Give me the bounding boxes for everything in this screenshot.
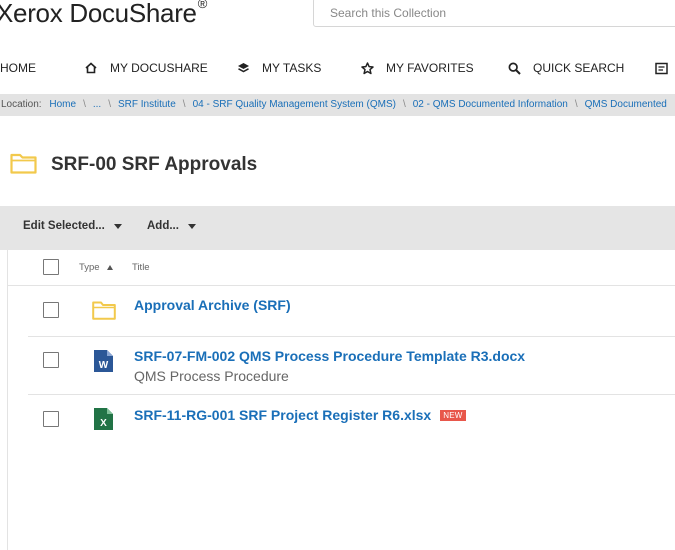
breadcrumb-qms-documented[interactable]: QMS Documented (585, 99, 667, 110)
edit-selected-dropdown[interactable]: Edit Selected... (23, 220, 122, 232)
registered-mark: ® (197, 0, 208, 12)
edit-selected-label: Edit Selected... (23, 220, 105, 232)
nav-home-label: HOME (0, 61, 36, 75)
breadcrumb: Location: Home \... \ SRF Institute \ 04 - SR… (0, 94, 675, 116)
breadcrumb-prefix: Location: (1, 99, 42, 110)
list-item: X SRF-11-RG-001 SRF Project Register R6.… (28, 395, 675, 446)
breadcrumb-sep: \ (83, 99, 86, 110)
breadcrumb-sep: \ (108, 99, 111, 110)
select-all-checkbox[interactable] (43, 259, 59, 275)
breadcrumb-qms-documented-information[interactable]: 02 - QMS Documented Information (413, 99, 568, 110)
row-checkbox[interactable] (43, 352, 59, 368)
toolbar: Edit Selected... Add... (0, 206, 675, 250)
word-icon-letter: W (99, 360, 109, 371)
excel-icon-letter: X (100, 418, 107, 429)
nav-quick-search[interactable]: QUICK SEARCH (507, 58, 624, 78)
excel-icon[interactable]: X (93, 407, 114, 436)
row-checkbox[interactable] (43, 411, 59, 427)
item-subtitle: QMS Process Procedure (134, 368, 289, 384)
docushare-logo[interactable]: Xerox DocuShare® (0, 0, 207, 29)
item-title-link[interactable]: SRF-07-FM-002 QMS Process Procedure Temp… (134, 348, 525, 364)
item-title-text: SRF-11-RG-001 SRF Project Register R6.xl… (134, 407, 432, 423)
nav-my-favorites[interactable]: MY FAVORITES (360, 58, 474, 78)
nav-my-favorites-label: MY FAVORITES (386, 61, 474, 75)
item-title-link[interactable]: SRF-11-RG-001 SRF Project Register R6.xl… (134, 407, 466, 423)
nav-my-docushare-label: MY DOCUSHARE (110, 61, 208, 75)
breadcrumb-sep: \ (402, 99, 406, 110)
add-label: Add... (147, 220, 179, 232)
nav-my-docushare[interactable]: MY DOCUSHARE (84, 58, 208, 78)
item-title-link[interactable]: Approval Archive (SRF) (134, 297, 291, 313)
list-item: Approval Archive (SRF) (28, 285, 675, 337)
layers-icon (236, 61, 250, 75)
add-dropdown[interactable]: Add... (147, 220, 196, 232)
folder-icon (10, 152, 37, 179)
breadcrumb-sep: \ (182, 99, 186, 110)
nav-more[interactable] (654, 58, 675, 78)
breadcrumb-sep: \ (574, 99, 578, 110)
main-nav: HOME MY DOCUSHARE MY TASKS MY FAVORITES … (0, 58, 675, 78)
sort-ascending-icon (106, 265, 113, 270)
nav-home[interactable]: HOME (0, 58, 36, 78)
folder-icon[interactable] (92, 300, 116, 325)
breadcrumb-ellipsis[interactable]: ... (93, 99, 101, 110)
nav-my-tasks-label: MY TASKS (262, 61, 322, 75)
word-icon[interactable]: W (93, 349, 114, 378)
document-list: Type Title Approval Archive (SRF) W SRF-… (7, 250, 675, 550)
breadcrumb-qms[interactable]: 04 - SRF Quality Management System (QMS) (193, 99, 396, 110)
home-icon (84, 61, 98, 75)
nav-my-tasks[interactable]: MY TASKS (236, 58, 321, 78)
column-title[interactable]: Title (132, 262, 150, 273)
list-header: Type Title (8, 250, 675, 286)
list-item: W SRF-07-FM-002 QMS Process Procedure Te… (28, 337, 675, 395)
clipboard-icon (654, 61, 668, 75)
page-header: SRF-00 SRF Approvals (10, 151, 257, 179)
column-title-label: Title (132, 262, 150, 273)
breadcrumb-home[interactable]: Home (49, 99, 76, 110)
breadcrumb-srf-institute[interactable]: SRF Institute (118, 99, 176, 110)
page-title: SRF-00 SRF Approvals (51, 154, 258, 175)
caret-down-icon (187, 223, 196, 229)
star-icon (360, 61, 374, 75)
column-type[interactable]: Type (79, 262, 113, 273)
column-type-label: Type (79, 262, 100, 273)
row-checkbox[interactable] (43, 302, 59, 318)
search-icon (507, 61, 521, 75)
caret-down-icon (113, 223, 122, 229)
new-badge: NEW (440, 410, 466, 421)
nav-quick-search-label: QUICK SEARCH (533, 61, 625, 75)
search-input[interactable]: Search this Collection (313, 0, 675, 27)
brand-name: Xerox DocuShare (0, 0, 197, 28)
